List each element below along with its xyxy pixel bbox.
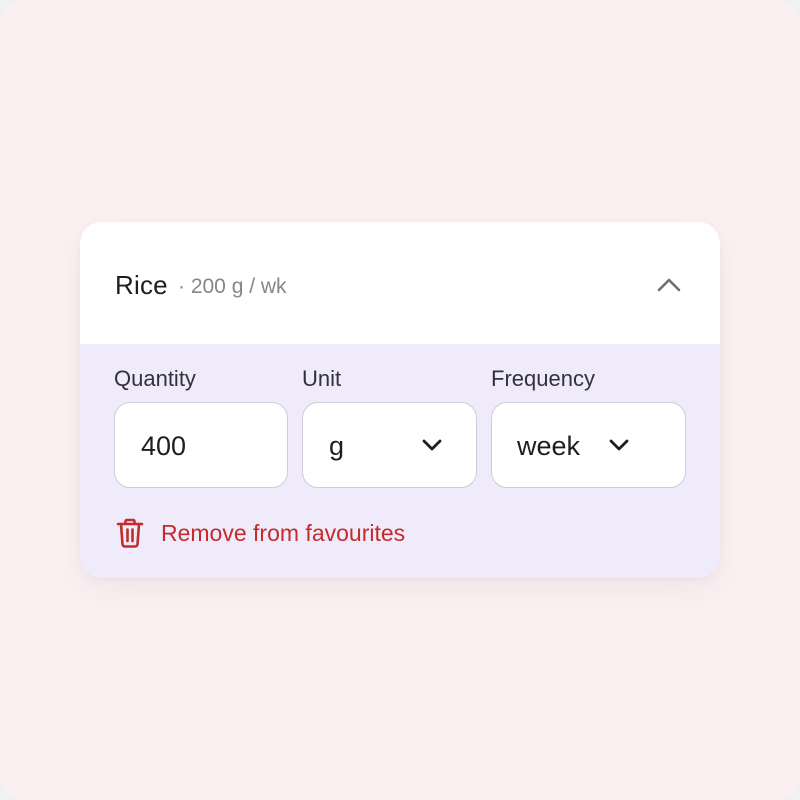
page-background: Rice · 200 g / wk Quantity 400 Unit g Fr… — [0, 0, 800, 800]
frequency-label: Frequency — [491, 366, 595, 391]
card-header-toggle[interactable]: Rice · 200 g / wk — [80, 222, 720, 344]
frequency-select[interactable]: week — [491, 402, 686, 488]
remove-label: Remove from favourites — [161, 519, 406, 546]
chevron-down-icon — [420, 433, 444, 457]
unit-value: g — [329, 431, 345, 461]
quantity-input[interactable]: 400 — [114, 402, 288, 488]
frequency-value: week — [517, 431, 581, 461]
favourite-item-card: Rice · 200 g / wk Quantity 400 Unit g Fr… — [80, 222, 720, 578]
unit-select[interactable]: g — [302, 402, 477, 488]
item-name: Rice — [115, 270, 168, 300]
quantity-value: 400 — [141, 431, 187, 461]
chevron-up-icon[interactable] — [654, 272, 684, 298]
unit-label: Unit — [302, 366, 342, 391]
trash-icon — [114, 516, 146, 550]
item-summary: · 200 g / wk — [178, 275, 287, 298]
chevron-down-icon — [607, 433, 631, 457]
remove-from-favourites-button[interactable]: Remove from favourites — [114, 516, 405, 550]
quantity-label: Quantity — [114, 366, 196, 391]
edit-panel: Quantity 400 Unit g Frequency week Remov… — [80, 344, 720, 578]
